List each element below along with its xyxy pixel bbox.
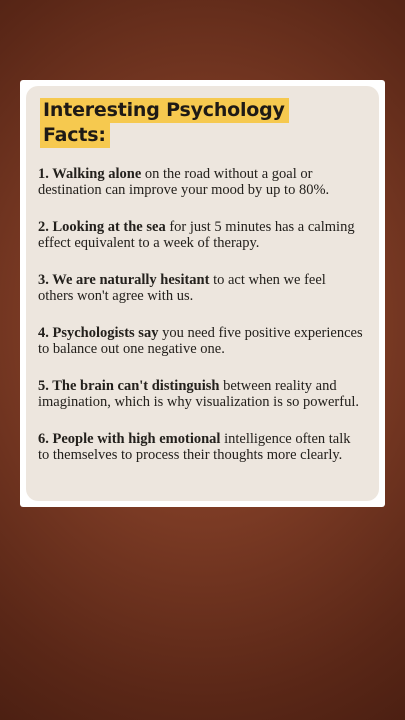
facts-card-body: Interesting Psychology Facts: 1. Walking…	[26, 86, 379, 501]
fact-lead: 6. People with high emotional	[38, 431, 221, 447]
fact-lead: 3. We are naturally hesitant	[38, 272, 210, 288]
fact-lead: 4. Psychologists say	[38, 325, 159, 341]
fact-lead: 2. Looking at the sea	[38, 219, 166, 235]
fact-lead: 1. Walking alone	[38, 166, 142, 182]
title-line-1: Interesting Psychology	[40, 98, 289, 123]
fact-item: 6. People with high emotional intelligen…	[38, 431, 369, 463]
fact-item: 5. The brain can't distinguish between r…	[38, 378, 369, 410]
fact-lead: 5. The brain can't distinguish	[38, 378, 220, 394]
facts-card: Interesting Psychology Facts: 1. Walking…	[20, 80, 385, 507]
title-line-2: Facts:	[40, 123, 110, 148]
fact-item: 3. We are naturally hesitant to act when…	[38, 272, 369, 304]
card-title: Interesting Psychology Facts:	[40, 98, 369, 148]
fact-item: 2. Looking at the sea for just 5 minutes…	[38, 219, 369, 251]
fact-item: 4. Psychologists say you need five posit…	[38, 325, 369, 357]
facts-list: 1. Walking alone on the road without a g…	[38, 166, 369, 463]
fact-item: 1. Walking alone on the road without a g…	[38, 166, 369, 198]
